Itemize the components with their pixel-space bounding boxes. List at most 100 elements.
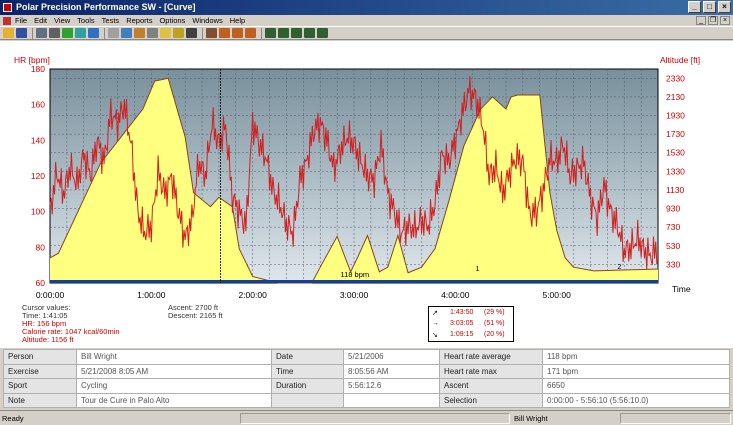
table-icon[interactable] [186,28,197,38]
bar-chart-icon[interactable] [317,28,328,38]
menu-tools[interactable]: Tools [77,16,95,25]
altitude-tick-label: 1130 [666,185,685,195]
selection-bar [50,280,658,283]
altitude-tick-label: 530 [666,241,680,251]
zone-time: 3:03:05 [450,320,474,327]
info-label: Ascent [439,378,543,394]
zone-pct: (51 %) [484,320,505,327]
info-value: 118 bpm [542,349,730,365]
window-title: Polar Precision Performance SW - [Curve] [16,2,196,12]
menu-edit[interactable]: Edit [34,16,47,25]
flat-icon: → [432,320,439,327]
print-icon[interactable] [49,28,60,38]
uphill-icon: ↗ [432,310,438,317]
exercise-info-table: Person Bill Wright Date 5/21/2006 Heart rate… [3,349,730,408]
lap-marker: 2 [617,264,621,271]
downhill-icon: ↘ [432,332,438,339]
copy-icon[interactable] [108,28,119,38]
info-value: Tour de Cure in Palo Alto [76,392,272,408]
window-icon[interactable] [121,28,132,38]
minimize-button[interactable]: _ [688,1,701,13]
mdi-restore-button[interactable]: ❐ [708,16,718,25]
info-label: Person [3,349,77,365]
time-tick-label: 4:00:00 [441,290,470,300]
document-icon[interactable] [3,16,11,25]
save-icon[interactable] [16,28,27,38]
info-value: 6650 [542,378,730,394]
time-tick-label: 1:00:00 [137,290,166,300]
info-row: Note Tour de Cure in Palo Alto Selection 0:… [3,392,730,408]
hr-tick-label: 180 [31,64,45,74]
info-value: 5/21/2006 [343,349,440,365]
hr-tick-label: 80 [36,242,46,252]
descent-value: Descent: 2165 ft [168,311,223,320]
export-icon[interactable] [134,28,145,38]
altitude-tick-label: 330 [666,259,680,269]
sync-icon[interactable] [75,28,86,38]
altitude-tick-label: 730 [666,222,680,232]
time-tick-label: 2:00:00 [238,290,267,300]
toolbar-separator [261,27,262,39]
info-label: Date [271,349,344,365]
bar-chart-icon[interactable] [291,28,302,38]
info-label: Duration [271,378,344,394]
bar-chart-icon[interactable] [278,28,289,38]
chart-icon[interactable] [160,28,171,38]
info-value: 5/21/2008 8:05 AM [76,363,272,379]
toolbar-separator [104,27,105,39]
time-axis-label: Time [672,284,691,294]
hr-zone-summary: ↗ 1:43:50 (29 %) → 3:03:05 (51 %) ↘ 1:09:15 (2… [428,306,514,342]
menu-view[interactable]: View [54,16,70,25]
status-bar: Ready Bill Wright [0,410,733,425]
info-label: Heart rate average [439,349,543,365]
bar-chart-icon[interactable] [304,28,315,38]
altitude-tick-label: 1530 [666,148,685,158]
zone-pct: (20 %) [484,331,505,338]
chart-icon[interactable] [173,28,184,38]
maximize-button[interactable]: □ [703,1,716,13]
edit-icon[interactable] [147,28,158,38]
close-button[interactable]: × [718,1,731,13]
altitude-tick-label: 1930 [666,111,685,121]
info-row: Person Bill Wright Date 5/21/2006 Heart rate… [3,349,730,365]
menu-reports[interactable]: Reports [126,16,152,25]
altitude-tick-label: 2130 [666,92,685,102]
status-user: Bill Wright [514,413,548,423]
hr-tick-label: 60 [36,278,46,288]
print-preview-icon[interactable] [36,28,47,38]
menu-tests[interactable]: Tests [102,16,120,25]
toolbar-separator [202,27,203,39]
menu-windows[interactable]: Windows [192,16,222,25]
status-panel [620,412,731,424]
menu-file[interactable]: File [15,16,27,25]
bar-chart-icon[interactable] [265,28,276,38]
zone-pct: (29 %) [484,309,505,316]
title-bar: Polar Precision Performance SW - [Curve]… [0,0,733,15]
tool-icon[interactable] [232,28,243,38]
open-icon[interactable] [3,28,14,38]
info-label [271,392,344,408]
hr-tick-label: 160 [31,100,45,110]
info-value: 0:00:00 - 5:56:10 (5:56:10.0) [542,392,730,408]
menu-help[interactable]: Help [230,16,245,25]
hr-axis-label: HR [bpm] [14,55,50,65]
info-icon[interactable] [88,28,99,38]
info-label: Time [271,363,344,379]
info-row: Sport Cycling Duration 5:56:12.6 Ascent 6650 [3,378,730,394]
hr-tick-label: 100 [31,207,45,217]
hr-annotation: 118 bpm [340,270,369,279]
globe-icon[interactable] [62,28,73,38]
hr-tick-label: 140 [31,135,45,145]
toolbar [0,26,733,40]
tool-icon[interactable] [245,28,256,38]
hr-altitude-chart[interactable]: 1801601401201008060HR [bpm]2330213019301… [0,41,733,301]
mdi-minimize-button[interactable]: _ [696,16,706,25]
info-label: Sport [3,378,77,394]
altitude-axis-label: Altitude [ft] [660,55,700,65]
tool-icon[interactable] [219,28,230,38]
zoom-icon[interactable] [206,28,217,38]
cursor-altitude: Altitude: 1156 ft [22,335,74,344]
lap-marker: 1 [476,266,480,273]
mdi-close-button[interactable]: × [720,16,730,25]
menu-options[interactable]: Options [159,16,185,25]
